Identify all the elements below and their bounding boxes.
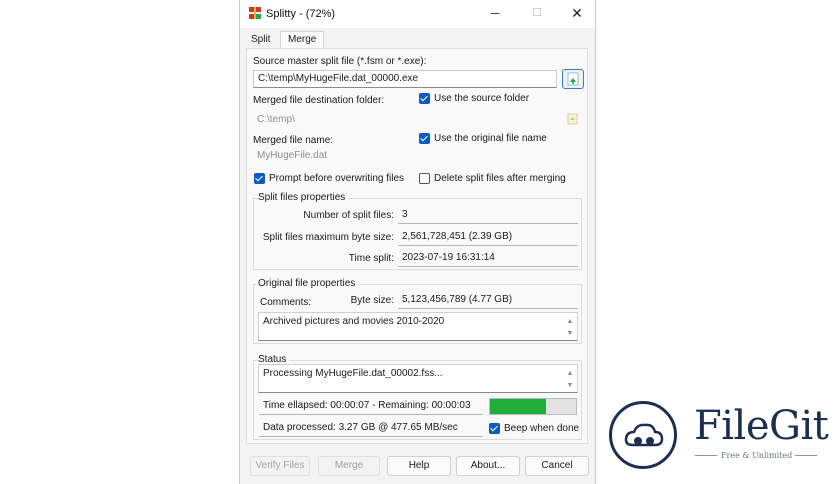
dest-folder-input[interactable]: C:\temp\ [257,112,547,130]
byte-size-value: 5,123,456,789 (4.77 GB) [398,291,578,309]
scroll-up-icon[interactable]: ▲ [566,317,574,326]
tab-split[interactable]: Split [247,32,274,48]
file-name-label: Merged file name: [253,135,334,146]
use-original-name-checkbox[interactable]: Use the original file name [419,133,547,144]
use-original-name-label: Use the original file name [434,133,547,144]
progress-bar [489,398,577,415]
browse-source-button[interactable] [562,69,584,89]
time-split-value: 2023-07-19 16:31:14 [398,249,578,267]
tagline-right-rule [795,455,817,456]
file-name-input[interactable]: MyHugeFile.dat [257,148,547,166]
num-split-files-value: 3 [398,206,578,224]
about-button[interactable]: About... [456,456,520,476]
filegit-name: FileGit [694,403,829,449]
comments-text: Archived pictures and movies 2010-2020 [263,316,445,327]
close-icon[interactable]: ✕ [562,4,592,22]
filegit-logo: FileGit Free & Unlimited [609,399,829,471]
max-size-label: Split files maximum byte size: [262,232,394,243]
scroll-up-icon[interactable]: ▲ [566,369,574,378]
checkbox-checked-icon [254,173,265,184]
browse-dest-button[interactable] [562,109,584,129]
delete-after-checkbox[interactable]: Delete split files after merging [419,173,566,184]
max-size-value: 2,561,728,451 (2.39 GB) [398,228,578,246]
byte-size-label: Byte size: [350,295,394,306]
prompt-overwrite-label: Prompt before overwriting files [269,173,405,184]
prompt-overwrite-checkbox[interactable]: Prompt before overwriting files [254,173,404,184]
progress-fill [490,399,546,414]
splitty-window: Splitty - (72%) ─ ☐ ✕ Split Merge Source… [239,0,596,484]
folder-icon [567,113,578,125]
tab-bar: Split Merge [240,31,595,50]
title-bar: Splitty - (72%) ─ ☐ ✕ [240,0,595,28]
split-properties-title: Split files properties [258,192,349,203]
minimize-icon[interactable]: ─ [480,4,510,22]
scroll-down-icon[interactable]: ▼ [566,381,574,390]
comments-textarea[interactable]: Archived pictures and movies 2010-2020 ▲… [258,312,578,341]
maximize-icon[interactable]: ☐ [522,4,552,22]
time-split-label: Time split: [348,253,394,264]
time-status: Time ellapsed: 00:00:07 - Remaining: 00:… [259,397,483,415]
merge-button[interactable]: Merge [318,456,380,476]
open-folder-icon [567,72,579,86]
use-source-folder-label: Use the source folder [434,93,530,104]
delete-after-label: Delete split files after merging [434,173,566,184]
tagline-left-rule [695,455,717,456]
num-split-files-label: Number of split files: [303,210,394,221]
status-message: Processing MyHugeFile.dat_00002.fss... [263,368,443,379]
help-button[interactable]: Help [387,456,451,476]
checkbox-unchecked-icon [419,173,430,184]
verify-files-button[interactable]: Verify Files [250,456,310,476]
data-status: Data processed: 3.27 GB @ 477.65 MB/sec [259,419,483,437]
beep-when-done-label: Beep when done [504,423,580,434]
dest-folder-label: Merged file destination folder: [253,95,385,106]
checkbox-checked-icon [489,423,500,434]
comments-label: Comments: [260,297,312,308]
checkbox-checked-icon [419,133,430,144]
filegit-tagline: Free & Unlimited [721,451,793,460]
original-properties-title: Original file properties [258,278,359,289]
source-file-label: Source master split file (*.fsm or *.exe… [253,56,427,67]
status-message-box: Processing MyHugeFile.dat_00002.fss... ▲… [258,364,578,393]
scroll-down-icon[interactable]: ▼ [566,329,574,338]
filegit-logo-circle [609,401,677,469]
cancel-button[interactable]: Cancel [525,456,589,476]
checkbox-checked-icon [419,93,430,104]
beep-when-done-checkbox[interactable]: Beep when done [489,423,579,434]
app-icon [249,7,261,19]
window-title: Splitty - (72%) [266,8,336,20]
source-file-input[interactable]: C:\temp\MyHugeFile.dat_00000.exe [253,70,557,88]
cloud-icon [624,423,664,447]
use-source-folder-checkbox[interactable]: Use the source folder [419,93,529,104]
